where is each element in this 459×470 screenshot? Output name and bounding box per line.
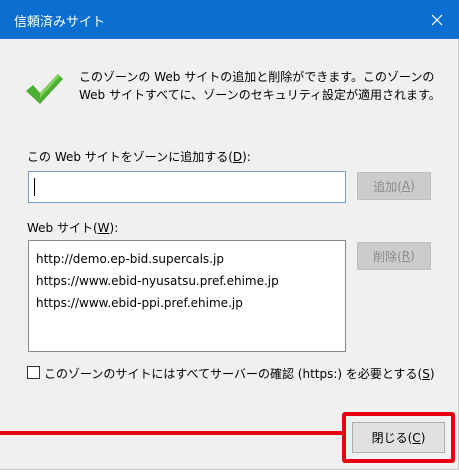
list-item[interactable]: https://www.ebid-nyusatsu.pref.ehime.jp: [29, 270, 345, 292]
highlight-box: [342, 412, 455, 463]
close-window-button[interactable]: [415, 0, 459, 39]
websites-label: Web サイト(W):: [27, 221, 119, 235]
trusted-sites-dialog: 信頼済みサイト このゾーンの Web サイトの追加と削除ができます。このゾーンの…: [0, 0, 459, 470]
zone-info-text: このゾーンの Web サイトの追加と削除ができます。このゾーンの Web サイト…: [79, 70, 441, 102]
require-https-checkbox[interactable]: [27, 366, 40, 379]
add-site-label: この Web サイトをゾーンに追加する(D):: [27, 150, 251, 164]
require-https-label[interactable]: このゾーンのサイトにはすべてサーバーの確認 (https:) を必要とする(S): [44, 365, 435, 382]
websites-list[interactable]: http://demo.ep-bid.supercals.jp https://…: [28, 240, 346, 352]
check-icon: [26, 74, 63, 104]
window-title: 信頼済みサイト: [14, 15, 106, 30]
title-bar: 信頼済みサイト: [0, 0, 459, 39]
text-caret: [34, 178, 35, 196]
add-button[interactable]: 追加(A): [357, 172, 431, 200]
list-item[interactable]: https://www.ebid-ppi.pref.ehime.jp: [29, 292, 345, 314]
highlight-pointer-line: [0, 431, 344, 435]
add-site-input[interactable]: [28, 171, 346, 203]
remove-button[interactable]: 削除(R): [357, 242, 431, 270]
list-item[interactable]: http://demo.ep-bid.supercals.jp: [29, 248, 345, 270]
close-icon: [431, 14, 443, 25]
